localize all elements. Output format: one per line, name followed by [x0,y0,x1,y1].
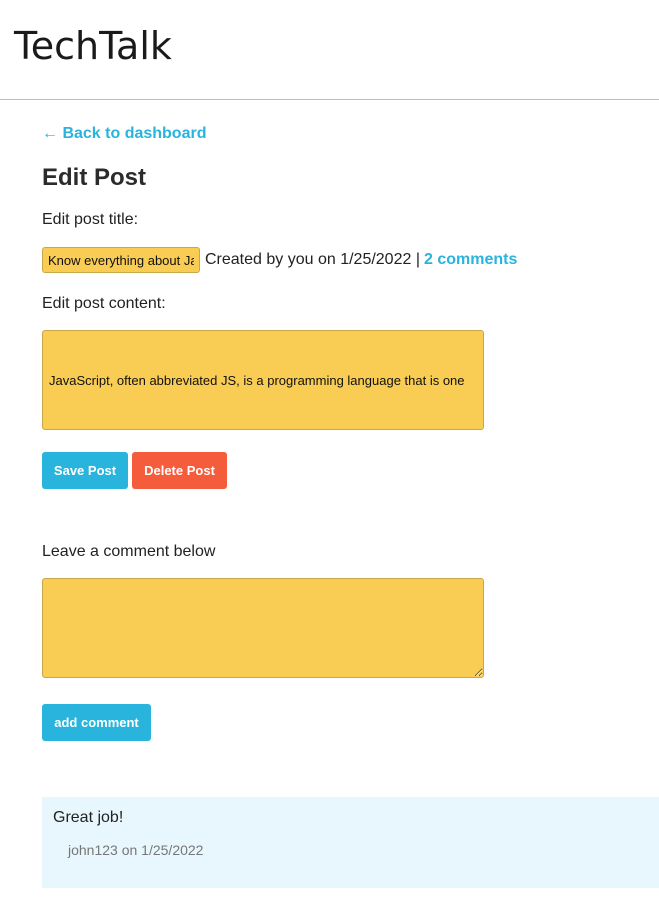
post-content-field[interactable]: JavaScript, often abbreviated JS, is a p… [42,330,484,430]
post-title-input[interactable] [42,247,200,273]
save-post-button[interactable]: Save Post [42,452,128,489]
post-content-label: Edit post content: [42,295,166,312]
post-meta: Created by you on 1/25/2022 | [205,251,420,268]
comment-form-label: Leave a comment below [42,543,216,560]
delete-post-button[interactable]: Delete Post [132,452,227,489]
page-title: Edit Post [42,164,147,191]
add-comment-button[interactable]: add comment [42,704,151,741]
post-title-label: Edit post title: [42,211,139,228]
comment-text: Great job! [53,809,124,826]
post-title-row: Created by you on 1/25/2022 | 2 comments [42,247,517,273]
comment-meta: john123 on 1/25/2022 [68,842,204,858]
comment-card: Great job! john123 on 1/25/2022 [42,797,659,888]
site-header: TechTalk [0,0,659,100]
comment-textarea[interactable] [42,578,484,678]
back-to-dashboard-link[interactable]: ← Back to dashboard [42,124,206,144]
site-logo[interactable]: TechTalk [14,22,172,70]
post-content-text: JavaScript, often abbreviated JS, is a p… [49,372,465,388]
comments-count-link[interactable]: 2 comments [424,251,517,269]
